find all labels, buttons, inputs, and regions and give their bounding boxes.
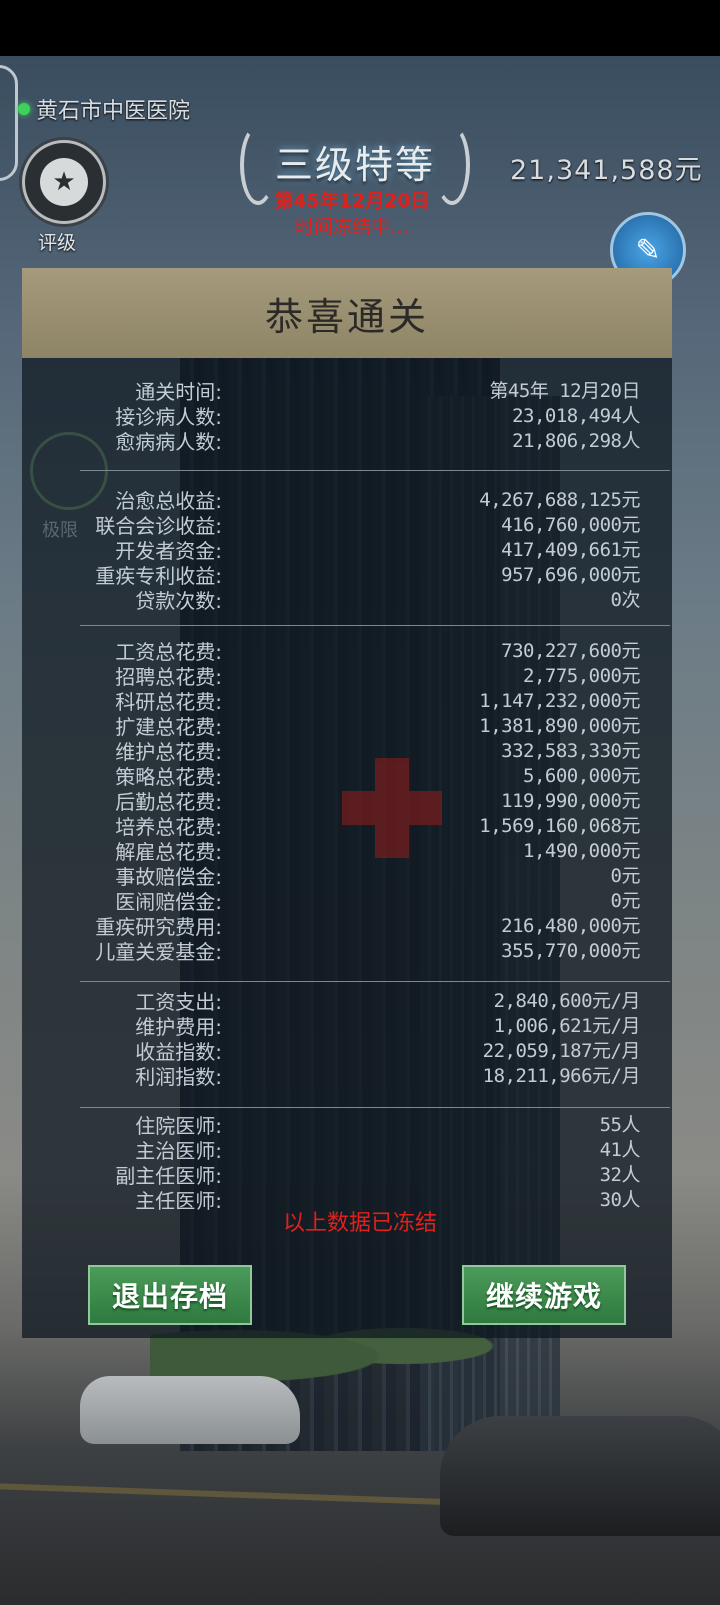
- exit-save-button[interactable]: 退出存档: [88, 1265, 252, 1325]
- stat-row: 利润指数: 18,211,966元/月: [22, 1061, 672, 1089]
- stat-label: 愈病病人数:: [115, 430, 222, 454]
- stat-label: 贷款次数:: [135, 589, 222, 613]
- stat-value: 957,696,000元: [501, 564, 640, 586]
- stat-row: 工资总花费: 730,227,600元: [22, 636, 672, 664]
- stat-value: 55人: [599, 1114, 641, 1136]
- hospital-name-text: 黄石市中医医院: [36, 99, 191, 124]
- stat-row: 贷款次数: 0次: [22, 585, 672, 613]
- divider: [80, 625, 670, 626]
- online-status-icon: [18, 103, 30, 115]
- stat-row: 科研总花费: 1,147,232,000元: [22, 686, 672, 714]
- stat-value: 2,775,000元: [523, 665, 640, 687]
- continue-game-button[interactable]: 继续游戏: [462, 1265, 626, 1325]
- stat-row: 住院医师: 55人: [22, 1110, 672, 1138]
- stat-row: 主治医师: 41人: [22, 1135, 672, 1163]
- stat-row: 培养总花费: 1,569,160,068元: [22, 811, 672, 839]
- stat-row: 愈病病人数: 21,806,298人: [22, 426, 672, 454]
- stat-value: 4,267,688,125元: [479, 489, 640, 511]
- stat-row: 维护总花费: 332,583,330元: [22, 736, 672, 764]
- stat-row: 策略总花费: 5,600,000元: [22, 761, 672, 789]
- panel-header: 恭喜通关: [22, 268, 672, 358]
- stat-value: 22,059,187元/月: [482, 1040, 641, 1062]
- stat-value: 21,806,298人: [512, 430, 640, 452]
- stat-row: 维护费用: 1,006,621元/月: [22, 1011, 672, 1039]
- stat-value: 0次: [610, 589, 641, 611]
- stat-value: 332,583,330元: [501, 740, 640, 762]
- stat-label: 利润指数:: [135, 1065, 222, 1089]
- stat-value: 1,569,160,068元: [479, 815, 640, 837]
- stat-row: 扩建总花费: 1,381,890,000元: [22, 711, 672, 739]
- stat-row: 副主任医师: 32人: [22, 1160, 672, 1188]
- stat-value: 第45年 12月20日: [489, 380, 640, 402]
- stat-row: 工资支出: 2,840,600元/月: [22, 986, 672, 1014]
- stat-label: 儿童关爱基金:: [95, 940, 222, 964]
- divider: [80, 470, 670, 471]
- stat-value: 355,770,000元: [501, 940, 640, 962]
- stat-value: 0元: [610, 865, 641, 887]
- stat-row: 医闹赔偿金: 0元: [22, 886, 672, 914]
- side-drawer-handle[interactable]: [0, 65, 18, 181]
- stat-row: 接诊病人数: 23,018,494人: [22, 401, 672, 429]
- stat-value: 2,840,600元/月: [493, 990, 641, 1012]
- money-counter: 21,341,588元: [510, 155, 703, 186]
- stat-value: 1,147,232,000元: [479, 690, 640, 712]
- stat-value: 5,600,000元: [523, 765, 640, 787]
- stat-value: 730,227,600元: [501, 640, 640, 662]
- divider: [80, 1107, 670, 1108]
- stat-row: 后勤总花费: 119,990,000元: [22, 786, 672, 814]
- dark-car: [440, 1416, 720, 1536]
- stat-value: 23,018,494人: [512, 405, 640, 427]
- frozen-note: 以上数据已冻结: [282, 1211, 437, 1236]
- stat-value: 32人: [599, 1164, 641, 1186]
- game-date: 第45年12月20日: [274, 190, 430, 212]
- stat-value: 1,381,890,000元: [479, 715, 640, 737]
- grade-text: 三级特等: [274, 142, 435, 187]
- stat-value: 216,480,000元: [501, 915, 640, 937]
- rating-button[interactable]: ★: [22, 140, 106, 224]
- silver-car: [80, 1376, 300, 1444]
- hospital-name: 黄石市中医医院: [18, 93, 190, 125]
- stat-row: 治愈总收益: 4,267,688,125元: [22, 485, 672, 513]
- divider: [80, 981, 670, 982]
- time-status: 时间冻结中…: [294, 216, 409, 238]
- stat-value: 18,211,966元/月: [482, 1065, 641, 1087]
- stat-row: 重疾研究费用: 216,480,000元: [22, 911, 672, 939]
- stat-value: 416,760,000元: [501, 514, 640, 536]
- stat-row: 解雇总花费: 1,490,000元: [22, 836, 672, 864]
- stat-value: 1,490,000元: [523, 840, 640, 862]
- stat-value: 417,409,661元: [501, 539, 640, 561]
- stat-row: 通关时间: 第45年 12月20日: [22, 376, 672, 404]
- stat-value: 0元: [610, 890, 641, 912]
- stat-value: 119,990,000元: [501, 790, 640, 812]
- status-bar: [0, 0, 720, 56]
- stat-value: 41人: [599, 1139, 641, 1161]
- stat-row: 收益指数: 22,059,187元/月: [22, 1036, 672, 1064]
- rating-label: 评级: [38, 232, 77, 254]
- stat-value: 1,006,621元/月: [493, 1015, 641, 1037]
- stat-row: 儿童关爱基金: 355,770,000元: [22, 936, 672, 964]
- tag-icon: ✎: [635, 232, 661, 268]
- stat-row: 开发者资金: 417,409,661元: [22, 535, 672, 563]
- panel-title: 恭喜通关: [264, 294, 429, 339]
- medal-icon: ★: [40, 158, 88, 206]
- stat-row: 重疾专利收益: 957,696,000元: [22, 560, 672, 588]
- stat-row: 联合会诊收益: 416,760,000元: [22, 510, 672, 538]
- stat-row: 招聘总花费: 2,775,000元: [22, 661, 672, 689]
- stat-row: 事故赔偿金: 0元: [22, 861, 672, 889]
